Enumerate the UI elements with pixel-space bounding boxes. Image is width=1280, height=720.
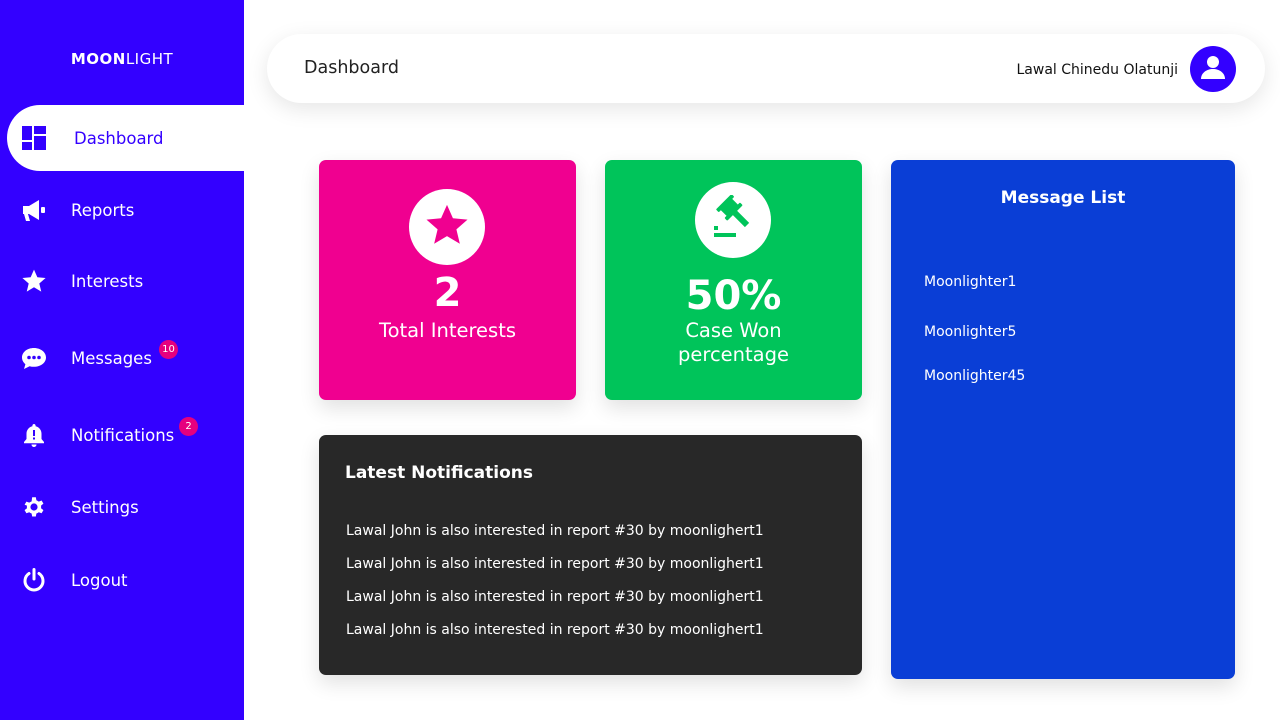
case-won-label-line2: percentage [677, 343, 789, 366]
case-won-label: Case Won percentage [605, 319, 862, 367]
megaphone-icon [20, 196, 48, 224]
sidebar-item-label: Dashboard [74, 128, 164, 148]
total-interests-value: 2 [433, 270, 462, 316]
user-name[interactable]: Lawal Chinedu Olatunji [1017, 62, 1179, 78]
notifications-title: Latest Notifications [345, 463, 533, 483]
avatar[interactable] [1190, 46, 1236, 92]
dashboard-icon [20, 124, 48, 152]
sidebar-item-messages[interactable]: Messages 10 [0, 328, 244, 388]
logo-bold-text: MOON [70, 50, 126, 68]
message-list-item[interactable]: Moonlighter45 [924, 368, 1025, 384]
sidebar-item-reports[interactable]: Reports [0, 180, 244, 240]
notification-item[interactable]: Lawal John is also interested in report … [346, 554, 764, 587]
gavel-icon [710, 194, 756, 245]
sidebar-item-settings[interactable]: Settings [0, 477, 244, 537]
notifications-badge: 2 [179, 417, 198, 436]
total-interests-card[interactable]: 2 Total Interests [319, 160, 576, 400]
total-interests-label: Total Interests [378, 319, 517, 342]
gear-icon [20, 493, 48, 521]
sidebar-item-label: Logout [71, 570, 128, 590]
sidebar-item-notifications[interactable]: Notifications 2 [0, 405, 244, 465]
top-header: Dashboard Lawal Chinedu Olatunji [267, 34, 1265, 103]
message-list-item[interactable]: Moonlighter1 [924, 274, 1016, 290]
page-title: Dashboard [304, 58, 399, 78]
bell-icon [20, 421, 48, 449]
message-list-title: Message List [1000, 188, 1126, 208]
chat-bubble-icon [20, 344, 48, 372]
star-icon [424, 202, 470, 252]
sidebar-item-logout[interactable]: Logout [0, 550, 244, 610]
sidebar-item-interests[interactable]: Interests [0, 251, 244, 311]
sidebar-item-dashboard[interactable]: Dashboard [7, 105, 244, 171]
user-icon [1200, 54, 1226, 84]
card-icon-circle [695, 182, 771, 258]
case-won-label-line1: Case Won [685, 319, 782, 342]
brand-logo[interactable]: MOONLIGHT [0, 50, 244, 68]
sidebar-item-label: Messages [71, 348, 152, 368]
card-icon-circle [409, 189, 485, 265]
case-won-card[interactable]: 50% Case Won percentage [605, 160, 862, 400]
notification-item[interactable]: Lawal John is also interested in report … [346, 620, 764, 653]
sidebar: MOONLIGHT Dashboard Reports Interests Me… [0, 0, 244, 720]
power-icon [20, 566, 48, 594]
notification-item[interactable]: Lawal John is also interested in report … [346, 587, 764, 620]
messages-badge: 10 [159, 340, 178, 359]
sidebar-item-label: Notifications [71, 425, 175, 445]
sidebar-item-label: Settings [71, 497, 139, 517]
latest-notifications-panel: Latest Notifications Lawal John is also … [319, 435, 862, 675]
notification-item[interactable]: Lawal John is also interested in report … [346, 521, 764, 554]
case-won-value: 50% [685, 273, 782, 319]
notifications-list: Lawal John is also interested in report … [346, 521, 764, 653]
message-list-item[interactable]: Moonlighter5 [924, 324, 1016, 340]
sidebar-item-label: Interests [71, 271, 144, 291]
logo-light-text: LIGHT [125, 50, 174, 68]
message-list-panel: Message List Moonlighter1 Moonlighter5 M… [891, 160, 1235, 679]
sidebar-item-label: Reports [71, 200, 135, 220]
star-icon [20, 267, 48, 295]
